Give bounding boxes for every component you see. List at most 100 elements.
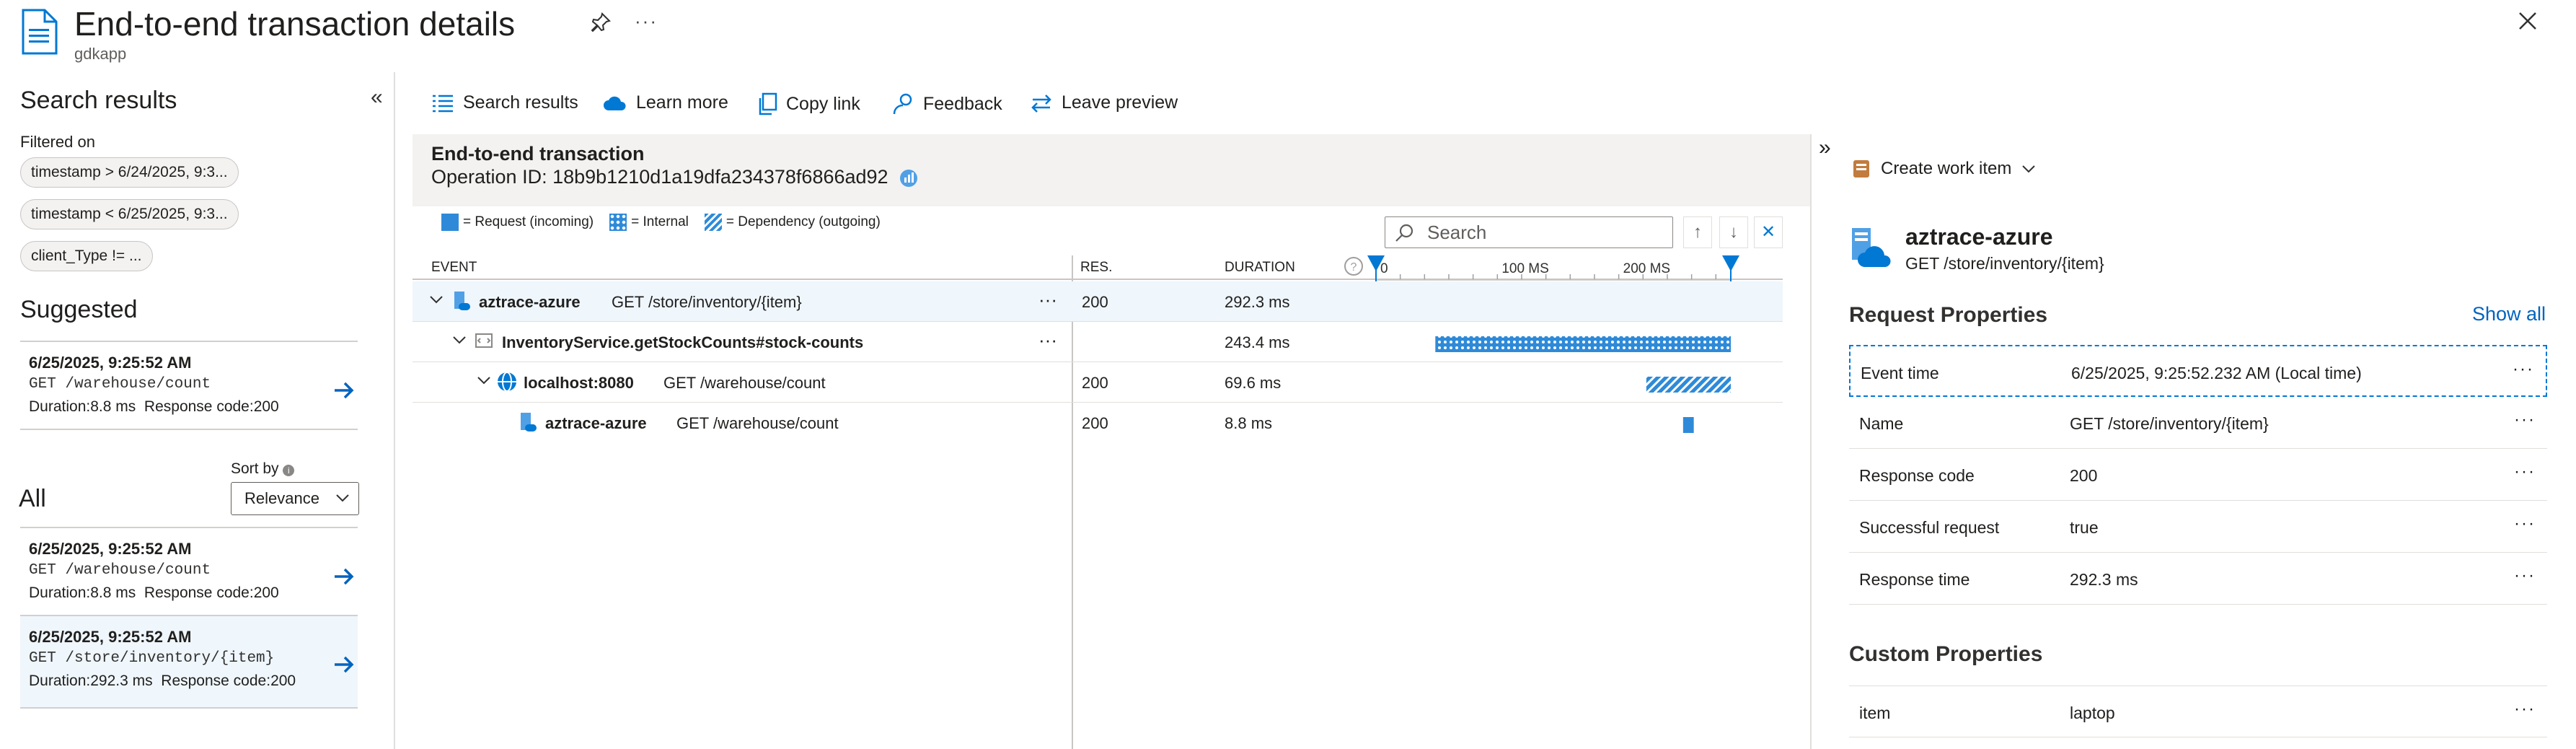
learn-more-button[interactable]: Learn more <box>603 92 728 113</box>
arrow-up-icon[interactable]: ↑ <box>1683 216 1712 248</box>
event-duration: 292.3 ms <box>1225 293 1290 311</box>
filter-pill[interactable]: timestamp < 6/25/2025, 9:3... <box>20 199 239 229</box>
property-value: true <box>2070 518 2099 537</box>
chevron-down-icon <box>2021 164 2036 174</box>
duration-value: 292.3 ms <box>90 673 153 689</box>
property-row[interactable]: Event time 6/25/2025, 9:25:52.232 AM (Loc… <box>1849 345 2547 397</box>
duration-label: Duration: <box>29 673 91 689</box>
property-row[interactable]: Successful request true ··· <box>1849 501 2547 553</box>
trace-row-selected[interactable]: aztrace-azure GET /store/inventory/{item… <box>413 281 1783 322</box>
event-duration: 243.4 ms <box>1225 333 1290 351</box>
show-all-link[interactable]: Show all <box>2472 303 2546 325</box>
more-icon[interactable]: ··· <box>2514 410 2536 430</box>
arrow-down-icon[interactable]: ↓ <box>1719 216 1748 248</box>
search-results-button[interactable]: Search results <box>431 92 578 113</box>
create-work-item-label: Create work item <box>1881 159 2012 178</box>
event-name: InventoryService.getStockCounts#stock-co… <box>502 333 864 351</box>
copy-link-button[interactable]: Copy link <box>757 92 860 115</box>
filtered-on-label: Filtered on <box>20 133 95 151</box>
pin-icon[interactable] <box>590 12 612 33</box>
custom-property-row[interactable]: item laptop ··· <box>1849 686 2547 737</box>
property-key: Event time <box>1861 364 1939 382</box>
property-value: 292.3 ms <box>2070 570 2138 589</box>
filter-pill[interactable]: client_Type != ... <box>20 241 153 271</box>
response-code-value: 200 <box>253 398 279 415</box>
request-swatch <box>441 214 459 231</box>
sort-dropdown[interactable]: Relevance <box>231 482 359 515</box>
event-name: aztrace-azure <box>479 293 581 311</box>
response-code-value: 200 <box>253 584 279 601</box>
event-name: aztrace-azure <box>545 414 647 432</box>
property-key: Response code <box>1859 466 1975 485</box>
page-title: End-to-end transaction details <box>74 5 516 43</box>
more-options-icon[interactable]: ··· <box>635 10 658 32</box>
internal-swatch <box>609 214 627 231</box>
property-row[interactable]: Response time 292.3 ms ··· <box>1849 553 2547 605</box>
event-operation: GET /warehouse/count <box>676 414 839 432</box>
property-key: Successful request <box>1859 518 2000 537</box>
clear-search-icon[interactable]: ✕ <box>1754 216 1783 248</box>
suggested-result-item[interactable]: 6/25/2025, 9:25:52 AM GET /warehouse/cou… <box>20 341 358 430</box>
col-duration: DURATION <box>1225 260 1295 275</box>
custom-properties-title: Custom Properties <box>1849 642 2043 666</box>
copy-operation-id-icon[interactable] <box>898 167 919 189</box>
more-icon[interactable]: ··· <box>2513 359 2534 380</box>
feedback-icon <box>891 92 914 115</box>
trace-row[interactable]: InventoryService.getStockCounts#stock-co… <box>413 322 1783 362</box>
create-work-item-button[interactable]: Create work item <box>1852 159 2036 179</box>
duration-value: 8.8 ms <box>90 584 136 601</box>
search-results-label: Search results <box>463 92 578 113</box>
expand-panel-icon[interactable]: » <box>1819 136 1831 160</box>
property-row[interactable]: Name GET /store/inventory/{item} ··· <box>1849 397 2547 449</box>
leave-preview-button[interactable]: Leave preview <box>1030 92 1178 113</box>
response-code-label: Response code: <box>144 398 254 415</box>
result-item-selected[interactable]: 6/25/2025, 9:25:52 AM GET /store/invento… <box>20 615 358 709</box>
event-operation: GET /store/inventory/{item} <box>612 293 802 311</box>
result-item[interactable]: 6/25/2025, 9:25:52 AM GET /warehouse/cou… <box>20 527 358 615</box>
collapse-panel-icon[interactable]: « <box>371 85 383 110</box>
col-res: RES. <box>1080 260 1113 275</box>
search-results-title: Search results <box>20 87 177 114</box>
event-duration: 69.6 ms <box>1225 374 1282 392</box>
arrow-right-icon[interactable] <box>332 566 356 587</box>
chevron-down-icon[interactable] <box>476 372 492 388</box>
row-more-icon[interactable]: ··· <box>1038 329 1057 351</box>
arrow-right-icon[interactable] <box>332 654 356 675</box>
internal-operation-icon <box>475 332 493 349</box>
arrow-right-icon[interactable] <box>332 380 356 401</box>
legend: = Request (incoming) = Internal = Depend… <box>441 214 881 231</box>
legend-dependency: = Dependency (outgoing) <box>725 214 881 229</box>
transaction-title: End-to-end transaction <box>431 143 645 165</box>
event-name: localhost:8080 <box>524 374 634 392</box>
event-res: 200 <box>1082 414 1108 432</box>
filter-pill[interactable]: timestamp > 6/24/2025, 9:3... <box>20 157 239 188</box>
more-icon[interactable]: ··· <box>2514 566 2536 586</box>
close-icon[interactable] <box>2517 10 2538 32</box>
result-operation: GET /store/inventory/{item} <box>29 650 275 667</box>
row-more-icon[interactable]: ··· <box>1038 289 1057 311</box>
more-icon[interactable]: ··· <box>2514 462 2536 482</box>
trace-row[interactable]: aztrace-azure GET /warehouse/count 200 8… <box>413 403 1783 443</box>
response-code-label: Response code: <box>161 673 271 689</box>
search-input[interactable]: Search <box>1385 216 1673 248</box>
result-time: 6/25/2025, 9:25:52 AM <box>29 540 192 558</box>
leave-preview-label: Leave preview <box>1062 92 1178 113</box>
event-duration: 8.8 ms <box>1225 414 1273 432</box>
legend-internal: = Internal <box>631 214 689 229</box>
document-icon <box>20 9 58 55</box>
event-operation: GET /warehouse/count <box>663 374 826 392</box>
property-key: item <box>1859 704 1891 722</box>
chevron-down-icon[interactable] <box>451 332 467 348</box>
cloud-icon <box>603 95 627 112</box>
more-icon[interactable]: ··· <box>2514 514 2536 534</box>
property-key: Name <box>1859 414 1904 433</box>
feedback-button[interactable]: Feedback <box>891 92 1002 115</box>
trace-row[interactable]: localhost:8080 GET /warehouse/count 200 … <box>413 362 1783 403</box>
app-service-icon <box>518 411 538 433</box>
result-time: 6/25/2025, 9:25:52 AM <box>29 628 192 646</box>
feedback-label: Feedback <box>923 93 1002 114</box>
result-time: 6/25/2025, 9:25:52 AM <box>29 354 192 372</box>
chevron-down-icon[interactable] <box>428 292 444 307</box>
more-icon[interactable]: ··· <box>2514 699 2536 719</box>
property-row[interactable]: Response code 200 ··· <box>1849 449 2547 501</box>
